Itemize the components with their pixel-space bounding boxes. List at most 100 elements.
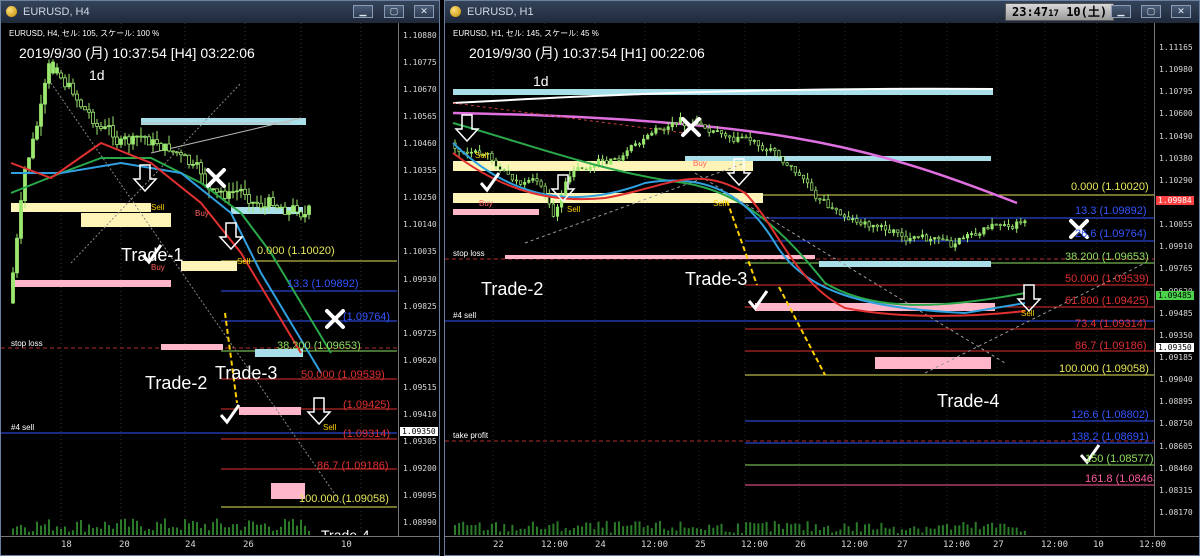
- volume-bar: [691, 527, 694, 535]
- period-label-right: 1d: [533, 73, 549, 89]
- volume-bar: [659, 521, 661, 535]
- volume-bar: [68, 531, 70, 535]
- chart-window-left[interactable]: EURUSD, H4 ▁ ▢ ✕ EURUSD, H4, セル: 105, スケ…: [0, 0, 440, 556]
- volume-bar: [974, 521, 977, 535]
- volume-bar: [950, 529, 953, 535]
- price-tick-label: 1.10380: [1159, 153, 1193, 163]
- volume-bar: [268, 526, 270, 535]
- volume-bar: [905, 530, 907, 535]
- candle-body: [797, 172, 801, 176]
- candle-body: [187, 154, 191, 165]
- price-tick-label: 1.08750: [1159, 419, 1193, 429]
- close-button-left[interactable]: ✕: [414, 5, 434, 18]
- fib-label-right: 126.6 (1.08802): [1071, 409, 1149, 421]
- candle-body: [95, 123, 99, 127]
- candle-body: [67, 82, 71, 88]
- volume-bar: [507, 531, 510, 535]
- candle-body: [970, 233, 974, 235]
- price-tick-label: 1.09825: [403, 301, 437, 311]
- candle-body: [867, 221, 871, 228]
- candle-body: [167, 143, 171, 152]
- volume-bar: [490, 523, 493, 535]
- candle-body: [929, 238, 933, 242]
- chart-plot-left[interactable]: EURUSD, H4, セル: 105, スケール: 100 % 2019/9/…: [1, 23, 439, 555]
- current-price-tag: 1.09350: [400, 427, 438, 436]
- price-tick-label: 1.10795: [1159, 87, 1193, 97]
- volume-bar: [527, 525, 530, 535]
- minimize-button-right[interactable]: ▁: [1111, 5, 1131, 18]
- title-bar-right[interactable]: EURUSD, H1 23:4717 10(土) ▁ ▢ ✕: [445, 1, 1199, 23]
- chart-plot-right[interactable]: EURUSD, H1, セル: 145, スケール: 45 % 2019/9/3…: [445, 23, 1199, 555]
- candle-body: [275, 205, 279, 209]
- title-bar-left[interactable]: EURUSD, H4 ▁ ▢ ✕: [1, 1, 439, 23]
- volume-bar: [92, 528, 94, 535]
- candle-body: [83, 106, 87, 111]
- volume-bar: [991, 522, 994, 535]
- candle-body: [752, 140, 756, 142]
- volume-bar: [962, 522, 965, 535]
- volume-bar: [454, 524, 456, 535]
- maximize-button-right[interactable]: ▢: [1141, 5, 1161, 18]
- candle-body: [658, 127, 662, 130]
- check-mark-icon: [219, 404, 241, 425]
- demand-zone: [239, 407, 301, 415]
- price-tick-label: 1.09485: [1159, 308, 1193, 318]
- sell-marker-label: Sell: [567, 205, 581, 214]
- price-tick-label: 1.10250: [403, 193, 437, 203]
- candle-body: [251, 201, 255, 204]
- time-tick-label: 18: [61, 540, 72, 550]
- maximize-button-left[interactable]: ▢: [384, 5, 404, 18]
- candle-body: [59, 72, 63, 79]
- volume-bar: [192, 520, 194, 535]
- price-tick-label: 1.10490: [1159, 131, 1193, 141]
- price-tick-label: 1.08895: [1159, 397, 1193, 407]
- volume-bar: [613, 522, 616, 535]
- volume-bar: [859, 531, 862, 535]
- candle-body: [523, 181, 527, 185]
- volume-bar: [184, 519, 186, 535]
- candle-body: [801, 174, 806, 180]
- volume-bar: [462, 521, 465, 535]
- volume-bar: [823, 527, 825, 535]
- candle-body: [756, 140, 760, 147]
- minimize-button-left[interactable]: ▁: [353, 5, 373, 18]
- volume-bar: [40, 525, 42, 535]
- current-price-tag: 1.09350: [1156, 343, 1194, 352]
- down-arrow-icon: [306, 397, 332, 426]
- candle-body: [842, 214, 847, 218]
- volume-bar: [76, 521, 78, 535]
- candle-body: [838, 209, 842, 216]
- fib-label-left: (1.09764): [343, 311, 391, 323]
- fib-label-right: 50.000 (1.09539): [1065, 273, 1149, 285]
- candle-body: [551, 203, 555, 217]
- candle-body: [171, 150, 175, 153]
- volume-bar: [100, 528, 102, 535]
- price-tick-label: 1.09185: [1159, 353, 1193, 362]
- volume-bar: [679, 521, 682, 535]
- price-tick-label: 1.09930: [403, 274, 437, 284]
- candle-body: [908, 238, 912, 242]
- fib-label-right: 100.000 (1.09058): [1059, 363, 1149, 375]
- volume-bar: [831, 532, 834, 535]
- volume-bar: [72, 530, 74, 535]
- volume-bar: [761, 523, 764, 535]
- volume-bar: [568, 530, 571, 535]
- close-button-right[interactable]: ✕: [1171, 5, 1191, 18]
- volume-bar: [585, 522, 588, 535]
- chart-window-right[interactable]: EURUSD, H1 23:4717 10(土) ▁ ▢ ✕ EURUSD, H…: [444, 0, 1200, 556]
- time-axis-right[interactable]: 22 12:00 24 12:00 25 12:00 26 12:00 27 12:00 27 12:…: [445, 536, 1199, 555]
- candle-body: [637, 143, 642, 146]
- volume-bar: [548, 525, 551, 535]
- resistance-zone: [819, 261, 991, 267]
- candle-body: [531, 178, 535, 181]
- sell-marker-label: Sell: [237, 257, 251, 266]
- volume-bar: [769, 531, 772, 535]
- price-tick-label: 1.09305: [403, 436, 437, 446]
- fib-label-right: 38.200 (1.09653): [1065, 251, 1149, 263]
- time-axis-left[interactable]: 18 20 24 26 10: [1, 536, 439, 555]
- price-axis-right[interactable]: 1.11165 1.10980 1.10795 1.10600 1.10490 1.103…: [1154, 23, 1199, 537]
- volume-bar: [880, 522, 883, 535]
- price-axis-left[interactable]: 1.10880 1.10775 1.10670 1.10565 1.10460 1.103…: [398, 23, 439, 537]
- volume-bar: [749, 522, 752, 535]
- volume-bar: [630, 525, 633, 535]
